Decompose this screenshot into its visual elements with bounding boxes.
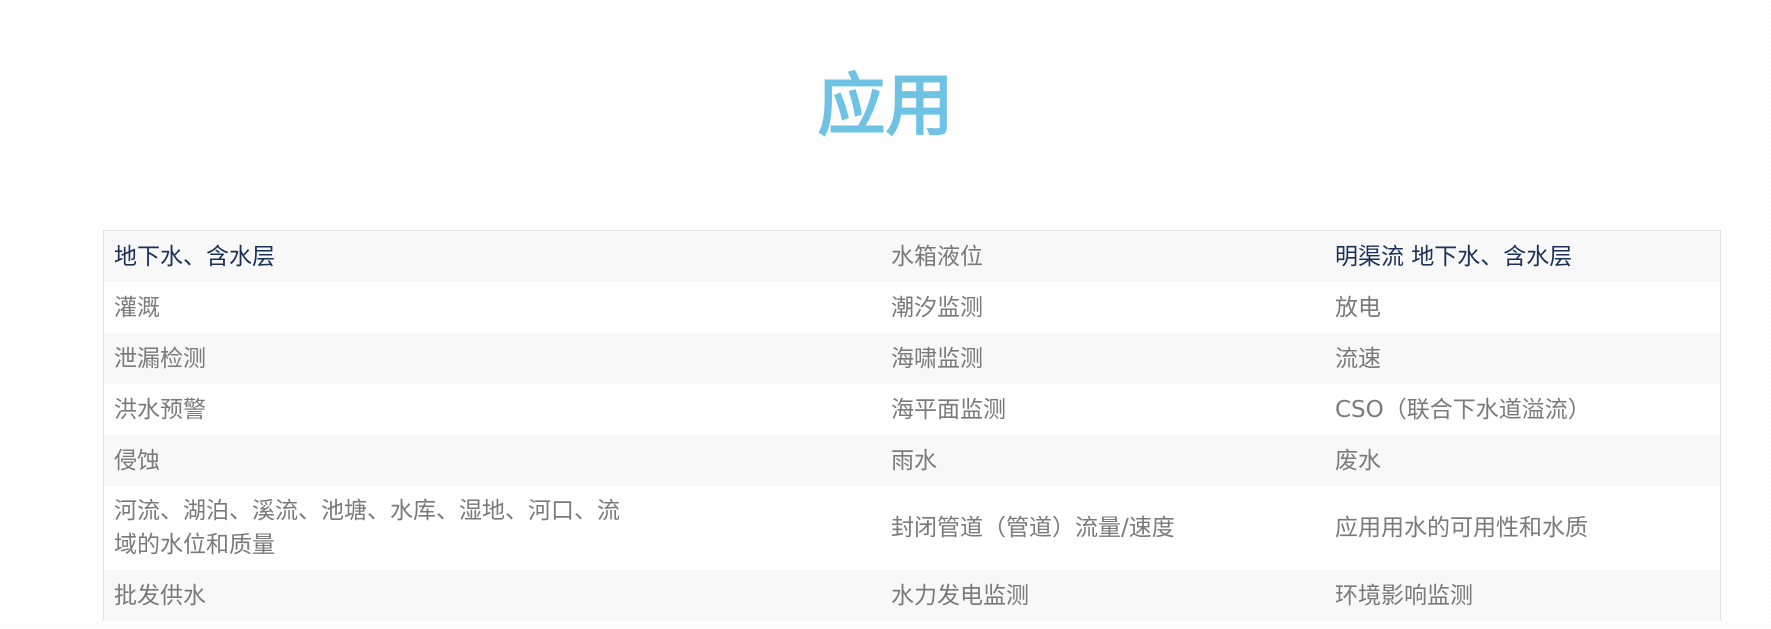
table-cell: 泄漏检测 — [104, 333, 881, 384]
table-cell: 河流、湖泊、溪流、池塘、水库、湿地、河口、流域的水位和质量 — [104, 486, 881, 570]
table-row: 灌溉 潮汐监测 放电 — [104, 282, 1720, 333]
table-row: 河流、湖泊、溪流、池塘、水库、湿地、河口、流域的水位和质量 封闭管道（管道）流量… — [104, 486, 1720, 570]
table-row: 侵蚀 雨水 废水 — [104, 435, 1720, 486]
table-cell: 水力发电监测 — [881, 570, 1325, 621]
table-row: 洪水预警 海平面监测 CSO（联合下水道溢流） — [104, 384, 1720, 435]
table-cell: 雨水 — [881, 435, 1325, 486]
table-cell: 灌溉 — [104, 282, 881, 333]
table-cell-text: 河流、湖泊、溪流、池塘、水库、湿地、河口、流域的水位和质量 — [114, 498, 620, 558]
table-cell: CSO（联合下水道溢流） — [1325, 384, 1720, 435]
table-cell: 水箱液位 — [881, 231, 1325, 282]
table-cell: 环境影响监测 — [1325, 570, 1720, 621]
table-row: 地下水、含水层 水箱液位 明渠流 地下水、含水层 — [104, 231, 1720, 282]
table-cell: 侵蚀 — [104, 435, 881, 486]
table-cell: 洪水预警 — [104, 384, 881, 435]
table-cell: 批发供水 — [104, 570, 881, 621]
table-cell: 应用用水的可用性和水质 — [1325, 486, 1720, 570]
table-cell: 封闭管道（管道）流量/速度 — [881, 486, 1325, 570]
page-title: 应用 — [817, 67, 954, 146]
table-cell: 地下水、含水层 — [104, 231, 881, 282]
table-cell: 放电 — [1325, 282, 1720, 333]
table-cell: 海啸监测 — [881, 333, 1325, 384]
table-row: 批发供水 水力发电监测 环境影响监测 — [104, 570, 1720, 621]
applications-grid: 地下水、含水层 水箱液位 明渠流 地下水、含水层 灌溉 潮汐监测 放电 泄漏检测… — [104, 231, 1720, 621]
table-cell: 潮汐监测 — [881, 282, 1325, 333]
table-cell: 废水 — [1325, 435, 1720, 486]
table-cell: 海平面监测 — [881, 384, 1325, 435]
table-cell: 明渠流 地下水、含水层 — [1325, 231, 1720, 282]
applications-table: 地下水、含水层 水箱液位 明渠流 地下水、含水层 灌溉 潮汐监测 放电 泄漏检测… — [103, 230, 1721, 621]
table-row: 泄漏检测 海啸监测 流速 — [104, 333, 1720, 384]
table-cell: 流速 — [1325, 333, 1720, 384]
